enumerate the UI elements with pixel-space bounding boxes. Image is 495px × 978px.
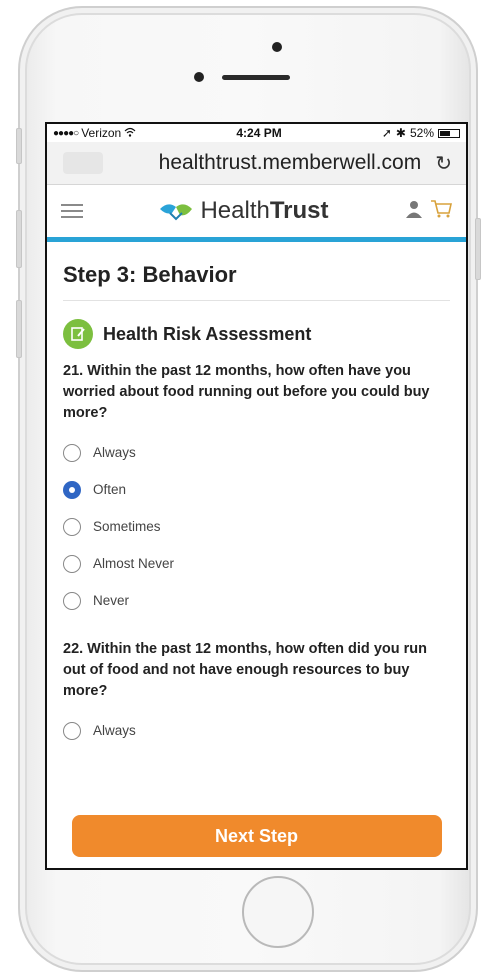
signal-icon: ●●●●○ bbox=[53, 127, 79, 139]
phone-screen: ●●●●○ Verizon 4:24 PM ➚ ✱ 52% healthtrus… bbox=[45, 122, 468, 870]
option-often[interactable]: Often bbox=[63, 471, 450, 508]
radio-button[interactable] bbox=[63, 591, 81, 610]
next-step-button[interactable]: Next Step bbox=[71, 815, 442, 857]
proximity-sensor bbox=[194, 72, 204, 82]
option-almost-never[interactable]: Almost Never bbox=[63, 545, 450, 582]
radio-button-selected[interactable] bbox=[63, 480, 81, 499]
option-label: Almost Never bbox=[93, 556, 175, 571]
url-text[interactable]: healthtrust.memberwell.com bbox=[103, 151, 435, 175]
option-label: Always bbox=[93, 445, 136, 460]
radio-button[interactable] bbox=[63, 517, 81, 536]
volume-up-button[interactable] bbox=[16, 210, 22, 268]
status-bar: ●●●●○ Verizon 4:24 PM ➚ ✱ 52% bbox=[47, 124, 466, 142]
address-bar[interactable]: healthtrust.memberwell.com ↻ bbox=[47, 142, 466, 185]
reload-icon[interactable]: ↻ bbox=[435, 151, 452, 176]
bluetooth-icon: ✱ bbox=[395, 126, 406, 140]
question-21-text: 21. Within the past 12 months, how often… bbox=[63, 363, 430, 421]
sticky-footer: Next Step bbox=[47, 804, 466, 868]
option-label: Sometimes bbox=[93, 519, 161, 534]
url-placeholder-area bbox=[63, 152, 103, 174]
site-header: Health Trust bbox=[47, 185, 466, 242]
section-title: Health Risk Assessment bbox=[103, 323, 312, 344]
location-icon: ➚ bbox=[381, 126, 392, 140]
question-21-options: Always Often Sometimes Almost Never Neve… bbox=[63, 434, 450, 619]
user-icon[interactable] bbox=[404, 199, 424, 224]
home-button[interactable] bbox=[242, 876, 314, 948]
carrier-label: Verizon bbox=[81, 126, 122, 140]
power-button[interactable] bbox=[475, 218, 481, 280]
menu-icon[interactable] bbox=[61, 204, 83, 218]
brand-name-light: Health bbox=[200, 197, 270, 224]
clock: 4:24 PM bbox=[236, 126, 282, 140]
radio-button[interactable] bbox=[63, 443, 81, 462]
page-content: Step 3: Behavior Health Risk Assessment … bbox=[47, 242, 466, 802]
battery-icon bbox=[438, 128, 460, 138]
option-label: Never bbox=[93, 593, 130, 608]
front-camera bbox=[272, 42, 282, 52]
brand-name-bold: Trust bbox=[269, 197, 329, 224]
option-label: Often bbox=[93, 482, 127, 497]
question-22-options: Always bbox=[63, 712, 450, 749]
radio-button[interactable] bbox=[63, 721, 81, 740]
option-label: Always bbox=[93, 723, 136, 738]
healthtrust-logo[interactable]: Health Trust bbox=[158, 197, 329, 225]
cart-icon[interactable] bbox=[430, 199, 452, 224]
question-22-text: 22. Within the past 12 months, how often… bbox=[63, 641, 427, 699]
assessment-icon bbox=[63, 319, 93, 349]
page-title: Step 3: Behavior bbox=[63, 262, 450, 301]
option-always[interactable]: Always bbox=[63, 434, 450, 471]
wifi-icon bbox=[124, 126, 136, 140]
radio-button[interactable] bbox=[63, 554, 81, 573]
option-never[interactable]: Never bbox=[63, 582, 450, 619]
handshake-logo-icon bbox=[160, 204, 193, 221]
earpiece-speaker bbox=[222, 75, 290, 80]
option-always[interactable]: Always bbox=[63, 712, 450, 749]
mute-switch[interactable] bbox=[16, 128, 22, 164]
volume-down-button[interactable] bbox=[16, 300, 22, 358]
battery-percent: 52% bbox=[409, 126, 434, 140]
option-sometimes[interactable]: Sometimes bbox=[63, 508, 450, 545]
section-header: Health Risk Assessment bbox=[63, 319, 450, 349]
